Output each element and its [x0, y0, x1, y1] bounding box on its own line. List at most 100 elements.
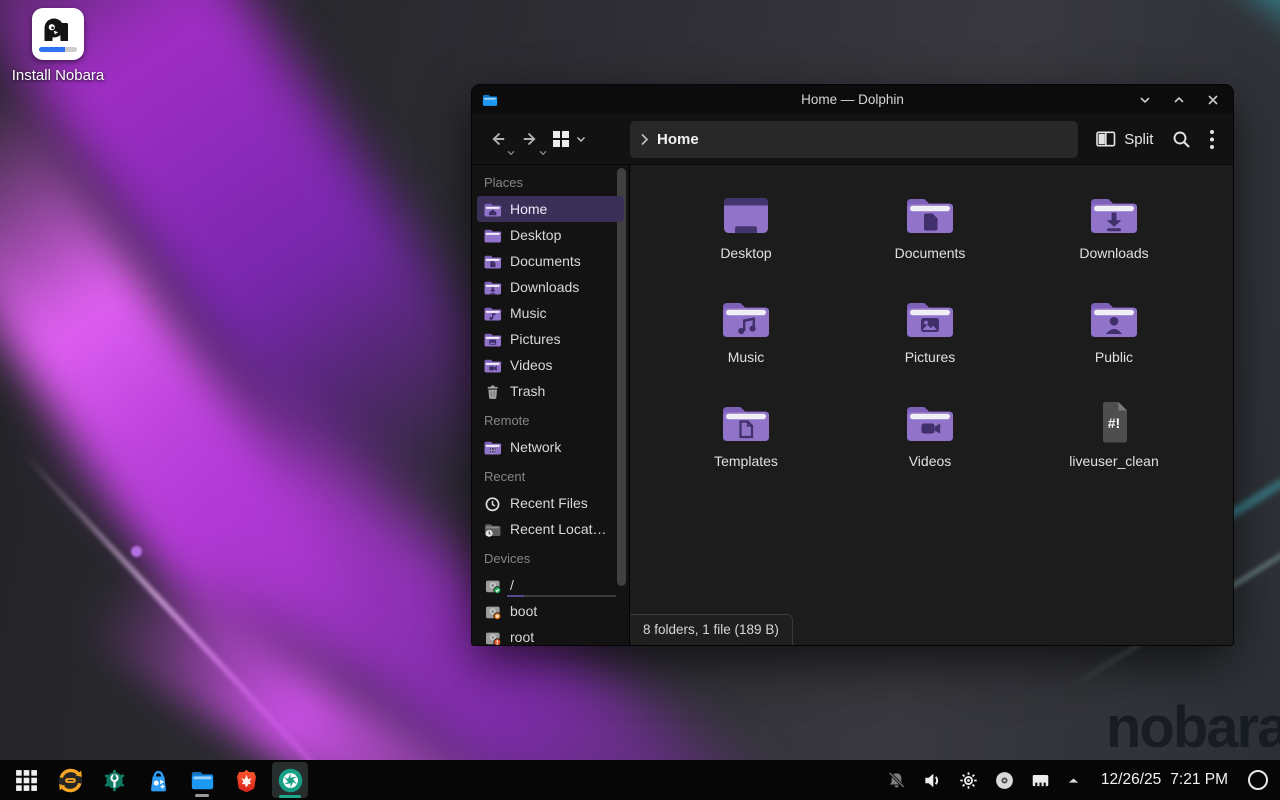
show-desktop-button[interactable]	[1248, 770, 1268, 790]
wallpaper-dot	[131, 546, 142, 557]
back-history-chevron-icon[interactable]	[507, 150, 515, 156]
location-breadcrumb[interactable]: Home	[630, 121, 1078, 158]
tray-ethernet-port[interactable]	[1030, 770, 1051, 791]
titlebar[interactable]: Home — Dolphin	[472, 85, 1233, 114]
folder-templates-icon	[719, 395, 773, 445]
sidebar-item-network[interactable]: Network	[477, 434, 624, 460]
file-item-videos[interactable]: Videos	[838, 393, 1022, 497]
disk-usage-bar	[507, 595, 616, 597]
sidebar-item-label: Documents	[510, 253, 581, 269]
sidebar-item-boot[interactable]: boot	[477, 598, 624, 624]
brave-icon	[233, 767, 260, 794]
dolphin-app-icon	[481, 92, 499, 107]
window-title: Home — Dolphin	[472, 92, 1233, 107]
folder-dl-icon	[483, 279, 502, 296]
file-item-public[interactable]: Public	[1022, 289, 1206, 393]
sidebar-item-downloads[interactable]: Downloads	[477, 274, 624, 300]
back-button[interactable]	[488, 129, 508, 149]
toolbar: Home Split	[472, 114, 1233, 165]
folder-vid-icon	[483, 357, 502, 374]
taskbar-app-launcher[interactable]	[8, 762, 44, 798]
file-name: Pictures	[905, 349, 956, 365]
minimize-button[interactable]	[1138, 93, 1152, 107]
wallpaper-streak	[0, 0, 548, 560]
sidebar-item-videos[interactable]: Videos	[477, 352, 624, 378]
sidebar-item-trash[interactable]: Trash	[477, 378, 624, 404]
drive-ok-icon	[483, 577, 502, 594]
status-bar: 8 folders, 1 file (189 B)	[630, 614, 793, 645]
folder-videos-icon	[903, 395, 957, 445]
app-launcher-icon	[14, 768, 39, 793]
brightness-icon	[958, 770, 979, 791]
sidebar-item-recent-locat[interactable]: Recent Locat…	[477, 516, 624, 542]
folder-view[interactable]: Desktop Documents Downloads Music Pictur…	[630, 165, 1233, 645]
file-item-desktop[interactable]: Desktop	[654, 185, 838, 289]
sidebar-item-desktop[interactable]: Desktop	[477, 222, 624, 248]
clock[interactable]: 12/26/25 7:21 PM	[1101, 771, 1228, 789]
close-button[interactable]	[1206, 93, 1220, 107]
file-item-templates[interactable]: Templates	[654, 393, 838, 497]
tray-brightness[interactable]	[958, 770, 979, 791]
file-script-icon: #!	[1087, 395, 1141, 445]
clock-date: 12/26/25	[1101, 771, 1161, 789]
sidebar-item-home[interactable]: Home	[477, 196, 624, 222]
folder-music-icon	[719, 291, 773, 341]
file-item-documents[interactable]: Documents	[838, 185, 1022, 289]
install-progress-bar	[39, 47, 77, 52]
nobara-tool-icon	[101, 767, 128, 794]
sidebar-item-label: Recent Files	[510, 495, 588, 511]
menu-button[interactable]	[1209, 129, 1215, 150]
file-name: Desktop	[720, 245, 771, 261]
file-item-pictures[interactable]: Pictures	[838, 289, 1022, 393]
breadcrumb-current[interactable]: Home	[657, 131, 699, 148]
sidebar-item-root[interactable]: /	[477, 572, 624, 598]
notifications-muted-icon	[886, 770, 907, 791]
install-nobara-shortcut[interactable]: Install Nobara	[6, 8, 110, 84]
folder-public-icon	[1087, 291, 1141, 341]
overflow-menu-icon	[1209, 129, 1215, 150]
file-item-liveuser-clean[interactable]: #! liveuser_clean	[1022, 393, 1206, 497]
taskbar-nobara-driver-tool[interactable]	[96, 762, 132, 798]
tray-disc[interactable]	[994, 770, 1015, 791]
taskbar-nobara-sync[interactable]	[52, 762, 88, 798]
search-button[interactable]	[1172, 130, 1191, 149]
tray-notifications-muted[interactable]	[886, 770, 907, 791]
sidebar-item-recent-files[interactable]: Recent Files	[477, 490, 624, 516]
file-name: Public	[1095, 349, 1133, 365]
sidebar-section-remote: Remote	[472, 404, 629, 434]
file-name: liveuser_clean	[1069, 453, 1159, 469]
breadcrumb-chevron-icon	[640, 133, 649, 146]
drive-warn-icon	[483, 629, 502, 646]
folder-plain-icon	[483, 227, 502, 244]
split-view-button[interactable]: Split	[1096, 131, 1153, 148]
screen-recorder-icon	[277, 767, 304, 794]
sidebar-item-root[interactable]: root	[477, 624, 624, 645]
sidebar-item-documents[interactable]: Documents	[477, 248, 624, 274]
sidebar-section-devices: Devices	[472, 542, 629, 572]
sidebar-item-music[interactable]: Music	[477, 300, 624, 326]
sidebar-item-pictures[interactable]: Pictures	[477, 326, 624, 352]
tray-volume[interactable]	[922, 770, 943, 791]
folder-note-icon	[483, 305, 502, 322]
view-mode-button[interactable]	[552, 130, 586, 148]
tray-tray-expander[interactable]	[1066, 773, 1081, 788]
file-item-downloads[interactable]: Downloads	[1022, 185, 1206, 289]
folder-doc-icon	[483, 253, 502, 270]
forward-history-chevron-icon[interactable]	[539, 150, 547, 156]
tray-expander-icon	[1066, 773, 1081, 788]
folder-desktop-icon	[719, 187, 773, 237]
taskbar-screen-recorder[interactable]	[272, 762, 308, 798]
taskbar-discover-store[interactable]	[140, 762, 176, 798]
sidebar-item-label: Recent Locat…	[510, 521, 607, 537]
forward-button[interactable]	[520, 129, 540, 149]
wallpaper-streak	[21, 451, 379, 800]
folder-downloads-icon	[1087, 187, 1141, 237]
taskbar-brave-browser[interactable]	[228, 762, 264, 798]
drive-x-icon	[483, 603, 502, 620]
file-item-music[interactable]: Music	[654, 289, 838, 393]
maximize-button[interactable]	[1172, 93, 1186, 107]
wallpaper-streak	[0, 67, 408, 743]
taskbar-dolphin-file-manager[interactable]	[184, 762, 220, 798]
discover-icon	[145, 767, 172, 794]
ethernet-port-icon	[1030, 770, 1051, 791]
